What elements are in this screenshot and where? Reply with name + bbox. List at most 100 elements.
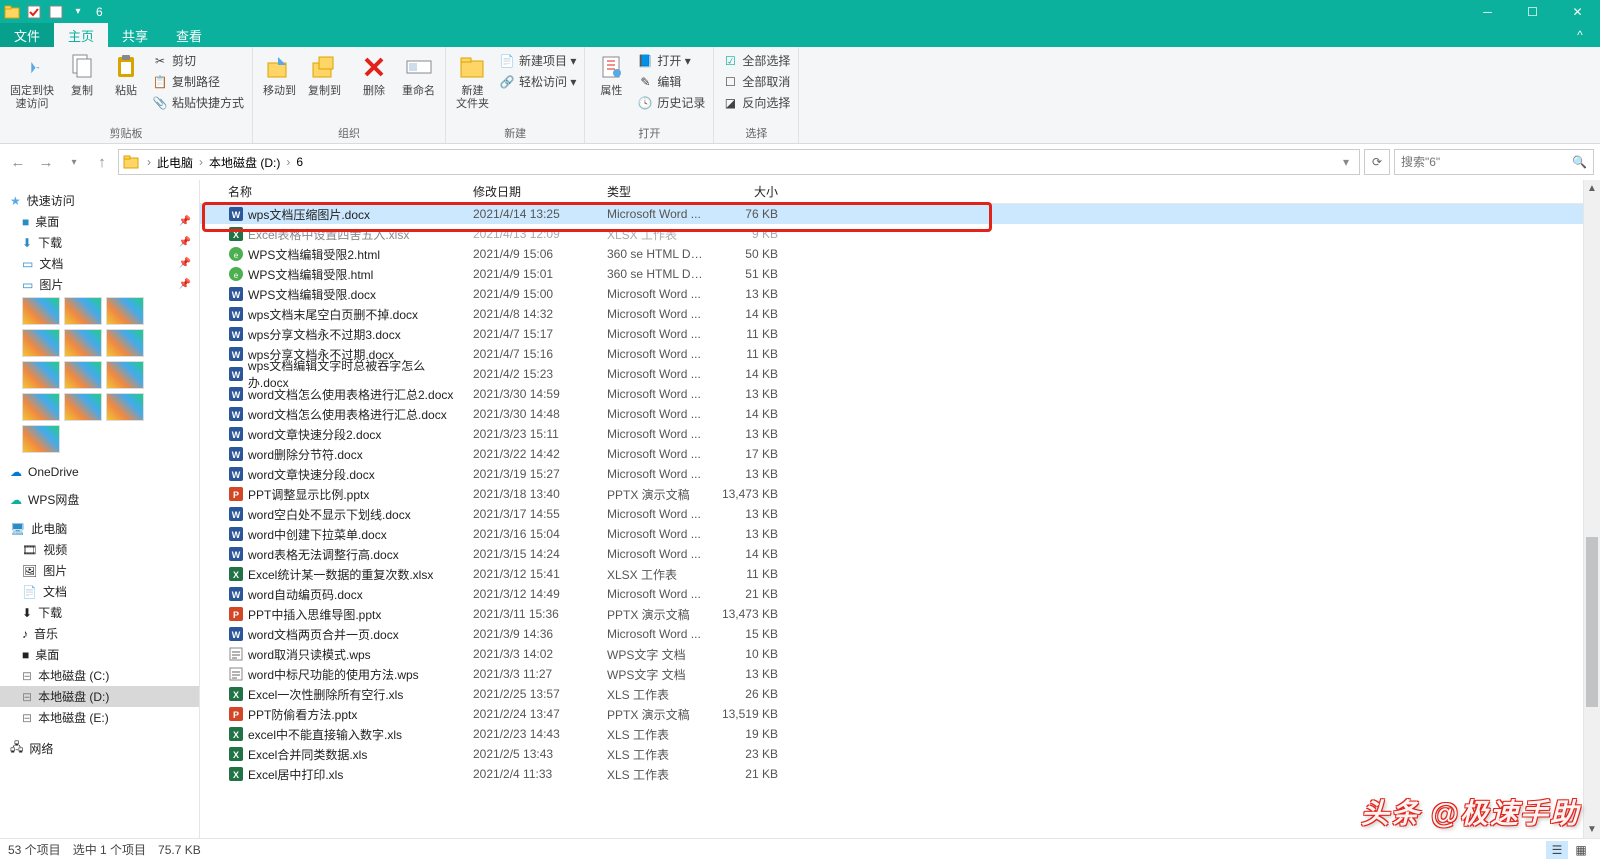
scroll-thumb[interactable] [1586, 537, 1598, 707]
file-row[interactable]: Xexcel中不能直接输入数字.xls2021/2/23 14:43XLS 工作… [200, 724, 1583, 744]
column-size[interactable]: 大小 [711, 183, 786, 200]
scroll-down-arrow[interactable]: ▼ [1584, 821, 1600, 838]
file-row[interactable]: Wword文档怎么使用表格进行汇总2.docx2021/3/30 14:59Mi… [200, 384, 1583, 404]
column-name[interactable]: 名称 [220, 183, 465, 200]
scroll-up-arrow[interactable]: ▲ [1584, 180, 1600, 197]
sidebar-pictures[interactable]: ▭图片📌 [0, 274, 199, 295]
file-row[interactable]: Wwps文档压缩图片.docx2021/4/14 13:25Microsoft … [200, 204, 1583, 224]
pinned-folder-thumbs[interactable] [0, 327, 199, 359]
file-row[interactable]: XExcel合并同类数据.xls2021/2/5 13:43XLS 工作表23 … [200, 744, 1583, 764]
pinned-folder-thumbs[interactable] [0, 295, 199, 327]
file-row[interactable]: word中标尺功能的使用方法.wps2021/3/3 11:27WPS文字 文档… [200, 664, 1583, 684]
new-item-button[interactable]: 📄新建项目 ▾ [495, 51, 580, 70]
sidebar-onedrive[interactable]: ☁OneDrive [0, 463, 199, 481]
tab-share[interactable]: 共享 [108, 23, 162, 47]
sidebar-drive-c[interactable]: ⊟本地磁盘 (C:) [0, 665, 199, 686]
sidebar-pictures[interactable]: 🖼图片 [0, 560, 199, 581]
file-row[interactable]: Wword空白处不显示下划线.docx2021/3/17 14:55Micros… [200, 504, 1583, 524]
details-view-button[interactable]: ☰ [1546, 841, 1568, 859]
file-row[interactable]: Wword文档两页合并一页.docx2021/3/9 14:36Microsof… [200, 624, 1583, 644]
file-row[interactable]: WWPS文档编辑受限.docx2021/4/9 15:00Microsoft W… [200, 284, 1583, 304]
tab-view[interactable]: 查看 [162, 23, 216, 47]
back-button[interactable]: ← [6, 150, 30, 174]
sidebar-network[interactable]: 🖧网络 [0, 736, 199, 761]
pinned-folder-thumbs[interactable] [0, 359, 199, 391]
sidebar-documents[interactable]: 📄文档 [0, 581, 199, 602]
edit-button[interactable]: ✎编辑 [633, 72, 709, 91]
column-date[interactable]: 修改日期 [465, 183, 599, 200]
history-button[interactable]: 🕓历史记录 [633, 93, 709, 112]
file-row[interactable]: Wword文档怎么使用表格进行汇总.docx2021/3/30 14:48Mic… [200, 404, 1583, 424]
invert-selection-button[interactable]: ◪反向选择 [718, 93, 794, 112]
file-row[interactable]: XExcel统计某一数据的重复次数.xlsx2021/3/12 15:41XLS… [200, 564, 1583, 584]
open-button[interactable]: 📘打开 ▾ [633, 51, 709, 70]
pinned-folder-thumbs[interactable] [0, 391, 199, 423]
file-row[interactable]: Wword中创建下拉菜单.docx2021/3/16 15:04Microsof… [200, 524, 1583, 544]
icons-view-button[interactable]: ▦ [1570, 841, 1592, 859]
sidebar-drive-e[interactable]: ⊟本地磁盘 (E:) [0, 707, 199, 728]
ribbon-collapse-button[interactable]: ^ [1560, 23, 1600, 47]
dropdown-icon[interactable]: ▾ [1337, 155, 1355, 169]
file-row[interactable]: XExcel表格中设置四舍五入.xlsx2021/4/13 12:09XLSX … [200, 224, 1583, 244]
copy-button[interactable]: 复制 [60, 49, 104, 100]
tab-home[interactable]: 主页 [54, 23, 108, 47]
sidebar-desktop[interactable]: ■桌面📌 [0, 211, 199, 232]
file-row[interactable]: Wword表格无法调整行高.docx2021/3/15 14:24Microso… [200, 544, 1583, 564]
file-row[interactable]: Wwps分享文档永不过期3.docx2021/4/7 15:17Microsof… [200, 324, 1583, 344]
file-row[interactable]: PPPT防偷看方法.pptx2021/2/24 13:47PPTX 演示文稿13… [200, 704, 1583, 724]
file-row[interactable]: PPPT中插入思维导图.pptx2021/3/11 15:36PPTX 演示文稿… [200, 604, 1583, 624]
sidebar-desktop[interactable]: ■桌面 [0, 644, 199, 665]
breadcrumb[interactable]: 6 [292, 155, 307, 169]
copy-path-button[interactable]: 📋复制路径 [148, 72, 248, 91]
file-row[interactable]: Wword删除分节符.docx2021/3/22 14:42Microsoft … [200, 444, 1583, 464]
file-row[interactable]: word取消只读模式.wps2021/3/3 14:02WPS文字 文档10 K… [200, 644, 1583, 664]
tab-file[interactable]: 文件 [0, 23, 54, 47]
sidebar-documents[interactable]: ▭文档📌 [0, 253, 199, 274]
sidebar-downloads[interactable]: ⬇下载📌 [0, 232, 199, 253]
sidebar-drive-d[interactable]: ⊟本地磁盘 (D:) [0, 686, 199, 707]
file-row[interactable]: PPPT调整显示比例.pptx2021/3/18 13:40PPTX 演示文稿1… [200, 484, 1583, 504]
maximize-button[interactable]: ☐ [1510, 0, 1555, 23]
breadcrumb[interactable]: 本地磁盘 (D:) [205, 154, 284, 171]
paste-shortcut-button[interactable]: 📎粘贴快捷方式 [148, 93, 248, 112]
pin-to-quickaccess-button[interactable]: 固定到快 速访问 [4, 49, 60, 113]
new-folder-button[interactable]: 新建 文件夹 [450, 49, 495, 113]
search-input[interactable] [1401, 155, 1572, 169]
address-bar[interactable]: › 此电脑 › 本地磁盘 (D:) › 6 ▾ [118, 149, 1360, 175]
vertical-scrollbar[interactable]: ▲ ▼ [1583, 180, 1600, 838]
sidebar-thispc[interactable]: 🖥此电脑 [0, 518, 199, 539]
search-box[interactable]: 🔍 [1394, 149, 1594, 175]
file-row[interactable]: XExcel一次性删除所有空行.xls2021/2/25 13:57XLS 工作… [200, 684, 1583, 704]
close-button[interactable]: ✕ [1555, 0, 1600, 23]
sidebar-quickaccess[interactable]: ★快速访问 [0, 190, 199, 211]
breadcrumb[interactable]: 此电脑 [153, 154, 197, 171]
rename-button[interactable]: 重命名 [396, 49, 441, 100]
sidebar-videos[interactable]: 🎞视频 [0, 539, 199, 560]
select-none-button[interactable]: ☐全部取消 [718, 72, 794, 91]
recent-dropdown[interactable]: ▾ [62, 150, 86, 174]
file-row[interactable]: Wword自动编页码.docx2021/3/12 14:49Microsoft … [200, 584, 1583, 604]
cut-button[interactable]: ✂剪切 [148, 51, 248, 70]
copy-to-button[interactable]: 复制到 [302, 49, 347, 100]
easy-access-button[interactable]: 🔗轻松访问 ▾ [495, 72, 580, 91]
file-row[interactable]: XExcel居中打印.xls2021/2/4 11:33XLS 工作表21 KB [200, 764, 1583, 784]
file-row[interactable]: Wword文章快速分段.docx2021/3/19 15:27Microsoft… [200, 464, 1583, 484]
paste-button[interactable]: 粘贴 [104, 49, 148, 100]
file-row[interactable]: eWPS文档编辑受限.html2021/4/9 15:01360 se HTML… [200, 264, 1583, 284]
sidebar-downloads[interactable]: ⬇下载 [0, 602, 199, 623]
forward-button[interactable]: → [34, 150, 58, 174]
pinned-folder-thumbs[interactable] [0, 423, 199, 455]
sidebar-music[interactable]: ♪音乐 [0, 623, 199, 644]
column-type[interactable]: 类型 [599, 183, 711, 200]
file-row[interactable]: Wwps文档编辑文字时总被吞字怎么办.docx2021/4/2 15:23Mic… [200, 364, 1583, 384]
file-row[interactable]: Wwps文档末尾空白页删不掉.docx2021/4/8 14:32Microso… [200, 304, 1583, 324]
file-row[interactable]: eWPS文档编辑受限2.html2021/4/9 15:06360 se HTM… [200, 244, 1583, 264]
delete-button[interactable]: 删除 [352, 49, 396, 100]
up-button[interactable]: ↑ [90, 150, 114, 174]
sidebar-wps[interactable]: ☁WPS网盘 [0, 489, 199, 510]
select-all-button[interactable]: ☑全部选择 [718, 51, 794, 70]
refresh-button[interactable]: ⟳ [1364, 149, 1390, 175]
file-row[interactable]: Wword文章快速分段2.docx2021/3/23 15:11Microsof… [200, 424, 1583, 444]
properties-button[interactable]: 属性 [589, 49, 633, 100]
move-to-button[interactable]: 移动到 [257, 49, 302, 100]
